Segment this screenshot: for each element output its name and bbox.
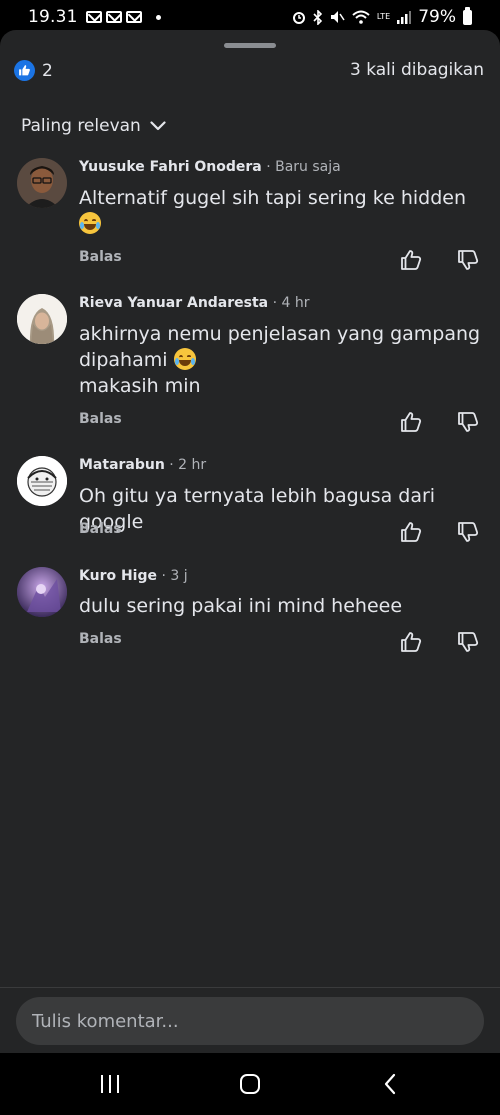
system-nav-bar xyxy=(0,1053,500,1115)
drag-handle[interactable] xyxy=(224,43,276,48)
recent-apps-button[interactable] xyxy=(90,1069,130,1099)
notification-icons xyxy=(85,11,161,23)
avatar[interactable] xyxy=(17,456,67,506)
comment-header: Yuusuke Fahri Onodera · Baru saja xyxy=(79,159,341,175)
comment-text-line: akhirnya nemu penjelasan yang gampang xyxy=(79,323,481,345)
alarm-icon xyxy=(292,12,305,24)
comment-time: · 3 j xyxy=(157,568,188,584)
comment-author[interactable]: Yuusuke Fahri Onodera xyxy=(79,159,262,175)
comment-text: dulu sering pakai ini mind heheee xyxy=(79,593,489,619)
loudly-crying-emoji-icon xyxy=(173,348,196,370)
thumbs-up-icon xyxy=(401,412,422,432)
lte-label: LTE xyxy=(376,12,391,21)
chevron-down-icon xyxy=(150,121,166,131)
comment-header: Kuro Hige · 3 j xyxy=(79,568,188,584)
upvote-button[interactable] xyxy=(399,410,423,434)
comment-text: Oh gitu ya ternyata lebih bagusa dari go… xyxy=(79,483,489,535)
thumbs-up-icon xyxy=(401,522,422,542)
comment-text: akhirnya nemu penjelasan yang gampang di… xyxy=(79,321,489,399)
comment-author[interactable]: Kuro Hige xyxy=(79,568,157,584)
comment-author[interactable]: Matarabun xyxy=(79,457,165,473)
laughing-tears-emoji-icon xyxy=(79,212,101,234)
home-icon xyxy=(240,1074,260,1094)
battery-icon xyxy=(463,6,472,25)
comment-header: Rieva Yanuar Andaresta · 4 hr xyxy=(79,295,309,311)
comment-composer xyxy=(0,987,500,1053)
comment-text-content: Oh gitu ya ternyata lebih bagusa dari go… xyxy=(79,485,436,533)
system-icons: LTE 79% xyxy=(292,6,472,27)
comment-text: Alternatif gugel sih tapi sering ke hidd… xyxy=(79,185,489,237)
thumbs-up-icon xyxy=(401,250,422,270)
back-icon xyxy=(384,1073,396,1095)
reaction-count: 2 xyxy=(42,60,53,81)
home-button[interactable] xyxy=(230,1069,270,1099)
gmail-icon xyxy=(125,11,142,23)
comment-text-content: Alternatif gugel sih tapi sering ke hidd… xyxy=(79,187,466,209)
avatar[interactable] xyxy=(17,294,67,344)
comment-text-content: dulu sering pakai ini mind heheee xyxy=(79,595,403,617)
reply-button[interactable]: Balas xyxy=(79,411,122,427)
gmail-icon xyxy=(85,11,102,23)
sort-dropdown[interactable]: Paling relevan xyxy=(21,116,166,136)
comment-author[interactable]: Rieva Yanuar Andaresta xyxy=(79,295,268,311)
sort-label: Paling relevan xyxy=(21,116,141,136)
comments-sheet: 2 3 kali dibagikan Paling relevan Yuusuk… xyxy=(0,30,500,1053)
reply-button[interactable]: Balas xyxy=(79,249,122,265)
thumbs-down-icon xyxy=(458,250,479,270)
thumbs-down-icon xyxy=(458,632,479,652)
battery-percent: 79% xyxy=(418,7,456,27)
thumbs-up-icon xyxy=(401,632,422,652)
downvote-button[interactable] xyxy=(456,630,480,654)
comment-text-line: makasih min xyxy=(79,375,201,397)
gmail-icon xyxy=(105,11,122,23)
back-button[interactable] xyxy=(370,1069,410,1099)
upvote-button[interactable] xyxy=(399,520,423,544)
more-notifications-dot-icon xyxy=(155,14,161,20)
comment-text-line: dipahami xyxy=(79,349,168,371)
thumbs-down-icon xyxy=(458,522,479,542)
like-reaction-icon xyxy=(14,60,35,81)
downvote-button[interactable] xyxy=(456,520,480,544)
downvote-button[interactable] xyxy=(456,248,480,272)
downvote-button[interactable] xyxy=(456,410,480,434)
thumbs-down-icon xyxy=(458,412,479,432)
recent-apps-icon xyxy=(101,1075,119,1093)
comment-time: · 4 hr xyxy=(268,295,310,311)
comment-input[interactable] xyxy=(16,997,484,1045)
upvote-button[interactable] xyxy=(399,248,423,272)
reply-button[interactable]: Balas xyxy=(79,521,122,537)
share-count[interactable]: 3 kali dibagikan xyxy=(350,60,484,80)
status-bar: 19.31 LTE 79% xyxy=(0,0,500,34)
bluetooth-icon xyxy=(313,9,323,25)
avatar[interactable] xyxy=(17,158,67,208)
comment-time: · Baru saja xyxy=(261,159,341,175)
mute-icon xyxy=(330,11,345,23)
upvote-button[interactable] xyxy=(399,630,423,654)
wifi-icon xyxy=(352,10,370,24)
comment-time: · 2 hr xyxy=(164,457,207,473)
avatar[interactable] xyxy=(17,567,67,617)
reactions-summary[interactable]: 2 xyxy=(14,60,53,81)
comment-header: Matarabun · 2 hr xyxy=(79,457,206,473)
status-time: 19.31 xyxy=(28,7,78,27)
reply-button[interactable]: Balas xyxy=(79,631,122,647)
signal-icon xyxy=(397,10,412,24)
